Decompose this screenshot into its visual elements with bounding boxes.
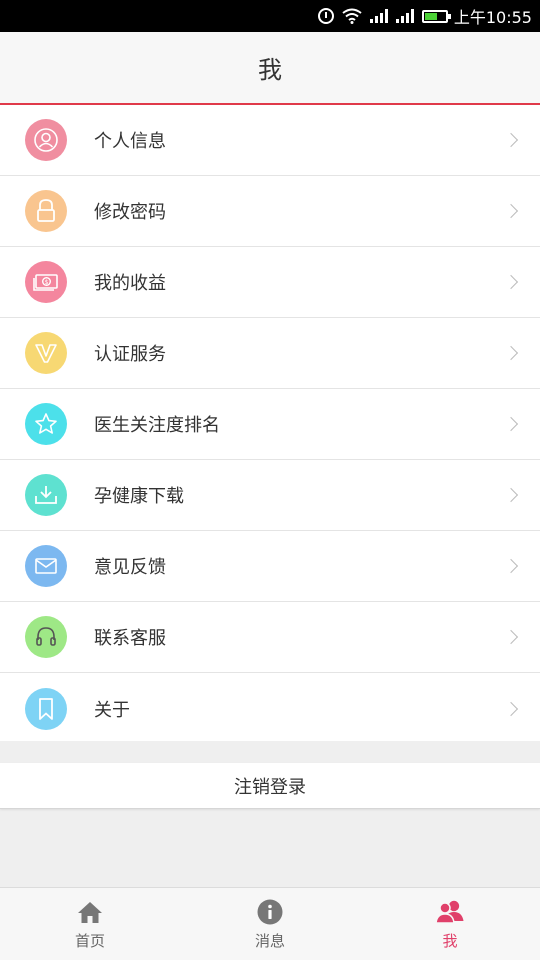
menu-item-label: 修改密码 <box>94 202 166 223</box>
menu-item-label: 孕健康下载 <box>94 486 184 507</box>
bottom-nav: 首页 消息 我 <box>0 887 540 960</box>
star-icon <box>25 403 67 445</box>
status-bar: 上午10:55 <box>0 0 540 32</box>
info-icon <box>257 898 283 926</box>
mail-icon <box>25 545 67 587</box>
chevron-right-icon <box>503 701 519 716</box>
user-icon <box>25 119 67 161</box>
menu-item-verification[interactable]: 认证服务 <box>0 318 540 389</box>
wifi-icon <box>342 8 362 24</box>
lock-icon <box>25 190 67 232</box>
chevron-right-icon <box>503 274 519 290</box>
users-icon <box>435 898 465 926</box>
chevron-right-icon <box>503 132 519 148</box>
menu-item-change-password[interactable]: 修改密码 <box>0 176 540 247</box>
menu-item-label: 个人信息 <box>94 131 166 152</box>
menu-item-label: 意见反馈 <box>94 557 166 578</box>
page-header: 我 <box>0 32 540 105</box>
verified-icon <box>25 332 67 374</box>
menu-item-label: 医生关注度排名 <box>94 415 220 436</box>
home-icon <box>77 898 103 926</box>
svg-text:$: $ <box>45 279 49 286</box>
alarm-icon <box>317 8 334 24</box>
menu-item-label: 关于 <box>94 699 130 721</box>
tab-home[interactable]: 首页 <box>0 888 180 960</box>
page-title: 我 <box>258 56 282 84</box>
tab-label: 消息 <box>254 931 285 950</box>
section-divider <box>0 741 540 763</box>
chevron-right-icon <box>503 558 519 574</box>
menu-item-feedback[interactable]: 意见反馈 <box>0 531 540 602</box>
menu-item-profile[interactable]: 个人信息 <box>0 105 540 176</box>
menu-item-label: 认证服务 <box>94 344 166 365</box>
menu-item-label: 我的收益 <box>94 273 166 294</box>
menu-item-doctor-ranking[interactable]: 医生关注度排名 <box>0 389 540 460</box>
tab-messages[interactable]: 消息 <box>180 888 360 960</box>
menu-item-about[interactable]: 关于 <box>0 673 540 744</box>
settings-menu: 个人信息 修改密码 $ 我的收益 认证服务 医生关注度排名 孕健康下载 意见反馈… <box>0 105 540 744</box>
menu-item-download[interactable]: 孕健康下载 <box>0 460 540 531</box>
money-icon: $ <box>25 261 67 303</box>
tab-label: 我 <box>442 931 458 950</box>
menu-item-label: 联系客服 <box>94 628 166 649</box>
tab-label: 首页 <box>74 931 105 950</box>
menu-item-contact-support[interactable]: 联系客服 <box>0 602 540 673</box>
menu-item-earnings[interactable]: $ 我的收益 <box>0 247 540 318</box>
signal-icon <box>395 9 414 23</box>
chevron-right-icon <box>503 416 519 432</box>
battery-icon <box>421 9 451 23</box>
status-time: 上午10:55 <box>453 8 532 27</box>
bookmark-icon <box>25 687 67 730</box>
chevron-right-icon <box>503 629 519 645</box>
chevron-right-icon <box>503 345 519 361</box>
tab-me[interactable]: 我 <box>360 888 540 960</box>
chevron-right-icon <box>503 203 519 219</box>
headset-icon <box>25 616 67 658</box>
signal-icon <box>369 9 388 23</box>
download-icon <box>25 474 67 516</box>
logout-button[interactable]: 注销登录 <box>0 763 540 809</box>
chevron-right-icon <box>503 487 519 503</box>
